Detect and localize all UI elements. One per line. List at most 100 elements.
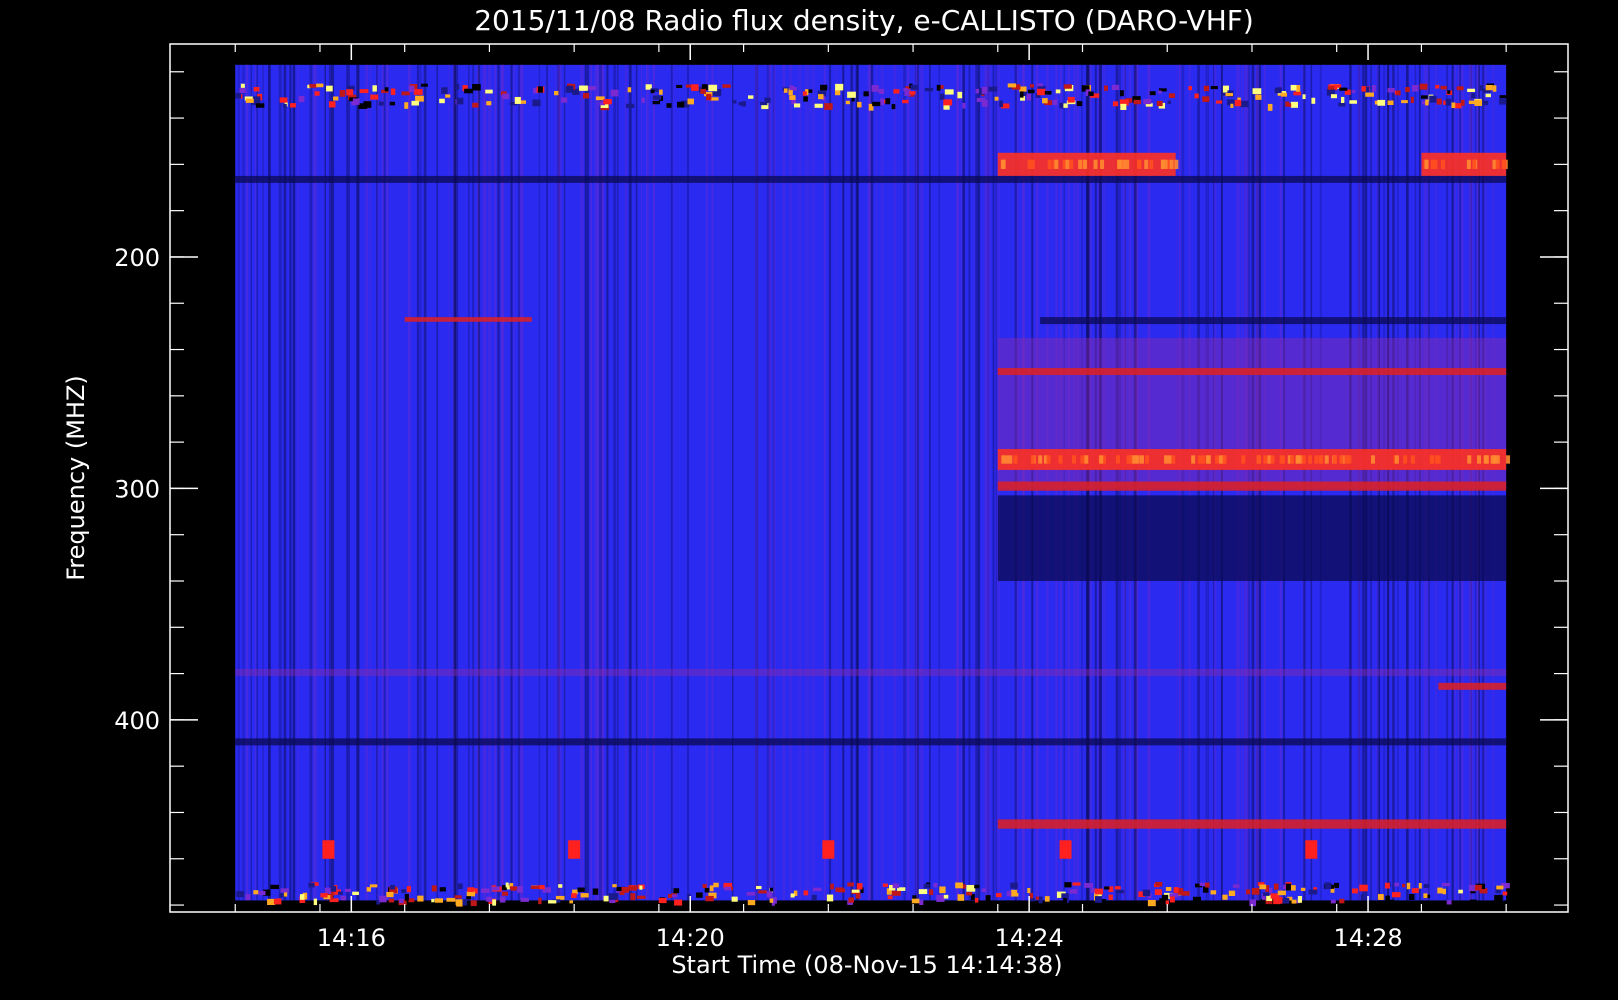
heatmap-speckle [1120,103,1127,110]
heatmap-speckle [320,893,328,898]
heatmap-streak [331,64,335,901]
heatmap-speckle [1249,899,1257,907]
heatmap-speckle [530,885,540,889]
heatmap-burst [1305,840,1318,859]
heatmap-band-highlight [1339,455,1344,464]
heatmap-speckle [939,886,946,894]
heatmap-band-highlight [1099,455,1104,464]
spectrogram-chart: 2015/11/08 Radio flux density, e-CALLIST… [0,0,1618,1000]
heatmap-speckle [415,95,424,102]
heatmap-streak [497,64,500,901]
heatmap-speckle [279,893,285,898]
heatmap-speckle [454,895,462,899]
heatmap-speckle [910,84,919,90]
heatmap-speckle [1423,884,1430,888]
heatmap-streak [482,64,485,901]
heatmap-speckle [1405,87,1410,93]
heatmap-speckle [1423,893,1428,898]
heatmap-speckle [885,98,891,105]
heatmap-speckle [369,884,378,888]
heatmap-streak [975,64,978,901]
heatmap-streak [606,64,609,901]
heatmap-speckle [270,884,280,890]
heatmap-speckle [577,887,585,892]
heatmap-band-highlight [1501,159,1506,169]
heatmap-speckle [352,98,360,105]
heatmap-speckle [783,88,788,93]
heatmap-speckle [814,103,823,108]
heatmap-burst [568,840,581,859]
heatmap-band-highlight [1241,455,1246,464]
heatmap-speckle [1339,87,1348,91]
heatmap-streak [670,64,673,901]
heatmap-streak [782,64,786,901]
heatmap-streak [718,64,720,901]
heatmap-streak [706,64,709,901]
heatmap-streak [916,64,919,901]
heatmap-speckle [1076,101,1083,107]
heatmap-band-highlight [1280,455,1285,464]
heatmap-speckle [472,102,479,108]
heatmap-streak [798,64,800,901]
heatmap-speckle [811,894,817,901]
heatmap-speckle [1324,882,1332,890]
heatmap-speckle [700,88,706,94]
heatmap-speckle [366,887,371,892]
heatmap-speckle [923,883,930,889]
heatmap-streak [387,64,389,901]
heatmap-streak [789,64,793,901]
heatmap-speckle [344,888,351,892]
heatmap-speckle [363,101,372,108]
heatmap-speckle [741,101,746,107]
heatmap-band [1040,317,1507,325]
heatmap-streak [824,64,826,901]
heatmap-speckle [1168,93,1175,98]
heatmap-streak [246,64,249,901]
heatmap-streak [283,64,287,901]
heatmap-streak [454,64,456,901]
heatmap-speckle [1267,103,1273,111]
heatmap-streak [613,64,617,901]
heatmap-streak [510,64,513,901]
heatmap-band-highlight [1093,159,1098,169]
heatmap-speckle [630,893,636,901]
heatmap-band-highlight [1301,455,1306,464]
heatmap-band-highlight [1078,159,1083,169]
y-tick-label: 300 [114,475,160,503]
heatmap-streak [903,64,906,901]
x-tick-label: 14:24 [995,924,1064,952]
heatmap-speckle [1154,889,1162,896]
heatmap-streak [992,64,995,901]
heatmap-speckle [1365,92,1374,97]
heatmap-speckle [802,91,807,96]
y-axis-label: Frequency (MHZ) [62,375,90,581]
heatmap-speckle [838,888,846,893]
heatmap-speckle [372,85,377,92]
heatmap-speckle [1482,100,1489,106]
heatmap-streak [875,64,878,901]
heatmap-band-highlight [1347,455,1352,464]
heatmap-speckle [1456,86,1464,91]
heatmap-speckle [1064,882,1072,888]
heatmap-band-highlight [1069,159,1074,169]
heatmap-speckle [1352,888,1358,894]
heatmap-speckle [236,891,245,898]
heatmap-streak [856,64,858,901]
heatmap-speckle [1029,892,1034,899]
heatmap-streak [546,64,548,901]
heatmap-streak [828,64,832,901]
heatmap-speckle [981,888,987,892]
heatmap-speckle [411,100,419,106]
heatmap-band-highlight [1191,455,1196,464]
heatmap-speckle [936,84,941,91]
heatmap-speckle [603,895,609,902]
heatmap-streak [477,64,481,901]
heatmap-speckle [659,89,663,95]
heatmap-speckle [1277,890,1286,896]
heatmap-speckle [455,83,460,90]
heatmap-speckle [520,100,527,104]
heatmap-speckle [855,892,861,899]
heatmap-speckle [1216,100,1223,104]
heatmap-speckle [746,892,756,896]
heatmap-speckle [532,99,541,107]
